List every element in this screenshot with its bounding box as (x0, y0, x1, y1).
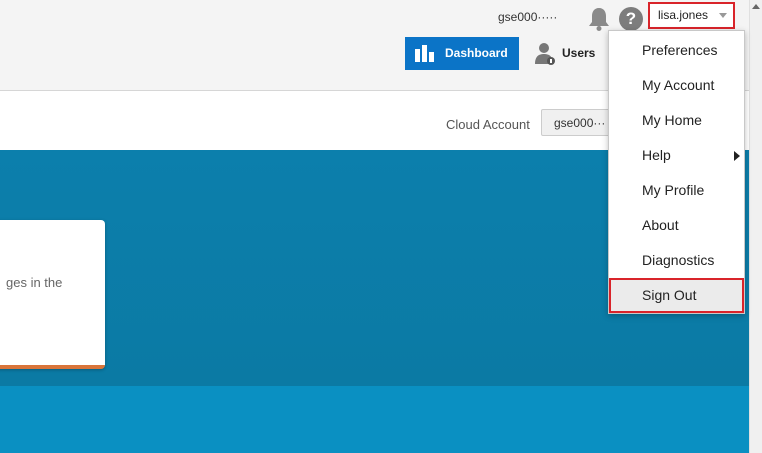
menu-item-sign-out[interactable]: Sign Out (609, 278, 744, 313)
menu-item-help[interactable]: Help (609, 138, 744, 173)
user-dropdown-menu: Preferences My Account My Home Help My P… (608, 30, 745, 314)
menu-item-diagnostics[interactable]: Diagnostics (609, 243, 744, 278)
tab-users[interactable]: Users (522, 37, 612, 70)
account-id: gse000····· (498, 10, 558, 24)
info-card: ges in the (0, 220, 105, 369)
username-label: lisa.jones (658, 8, 709, 22)
user-menu-button[interactable]: lisa.jones (648, 2, 735, 29)
lower-band (0, 386, 749, 453)
info-card-text: ges in the (6, 275, 63, 290)
cloud-account-label: Cloud Account (446, 117, 530, 132)
bar-chart-icon (415, 45, 437, 65)
menu-item-my-account[interactable]: My Account (609, 68, 744, 103)
scroll-up-arrow-icon[interactable] (752, 4, 760, 9)
chevron-right-icon (734, 151, 740, 161)
menu-item-preferences[interactable]: Preferences (609, 33, 744, 68)
bell-icon[interactable] (587, 6, 611, 32)
menu-item-my-home[interactable]: My Home (609, 103, 744, 138)
menu-item-my-profile[interactable]: My Profile (609, 173, 744, 208)
menu-item-about[interactable]: About (609, 208, 744, 243)
vertical-scrollbar[interactable] (749, 0, 762, 453)
tab-users-label: Users (562, 46, 596, 60)
user-icon (534, 42, 556, 69)
tab-dashboard[interactable]: Dashboard (405, 37, 519, 70)
chevron-down-icon (719, 13, 727, 18)
tab-dashboard-label: Dashboard (445, 46, 508, 60)
menu-item-help-label: Help (642, 147, 671, 163)
help-icon[interactable]: ? (619, 7, 643, 31)
